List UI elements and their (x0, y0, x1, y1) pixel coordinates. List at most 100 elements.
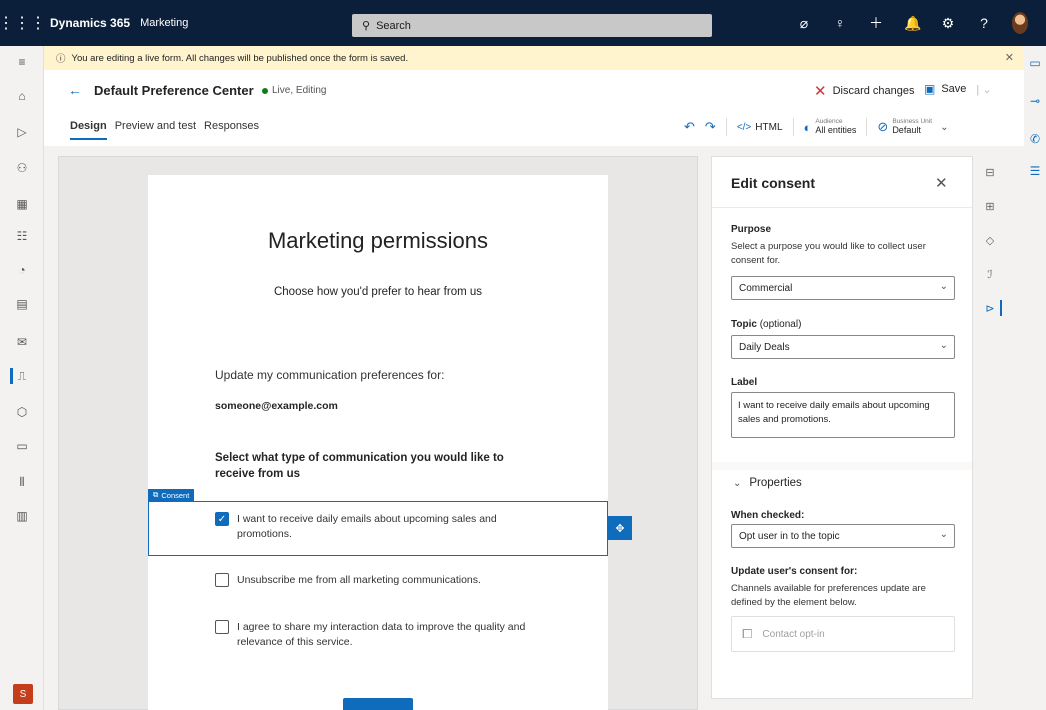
gear-icon[interactable]: ⚙ (940, 15, 956, 32)
properties-section-toggle[interactable]: ⌄ Properties (733, 477, 802, 489)
status-badge: Live, Editing (262, 85, 326, 96)
theme-icon[interactable]: ◇ (983, 234, 997, 247)
divider (866, 118, 868, 136)
page-title: Default Preference Center (94, 83, 254, 98)
assist-icon[interactable]: ⌀ (796, 15, 812, 32)
plus-icon[interactable]: ＋ (868, 13, 884, 33)
top-actions: ⌀ ♀ ＋ 🔔 ⚙ ? (796, 0, 1028, 46)
lists-icon[interactable]: ☷ (0, 226, 44, 246)
topic-label: Topic (optional) (731, 319, 801, 330)
save-label: Save (941, 83, 967, 95)
email-icon[interactable]: ✉ (0, 332, 44, 352)
library-icon[interactable]: ⫴ (0, 472, 44, 492)
module-name[interactable]: Marketing (140, 17, 188, 29)
check-circle-icon: ⊘ (877, 119, 889, 134)
checkbox[interactable] (215, 620, 229, 634)
phone-icon[interactable]: ✆ (1028, 132, 1042, 146)
properties-icon[interactable]: ⊳ (983, 302, 997, 315)
form-heading[interactable]: Marketing permissions (148, 228, 608, 254)
tab-bar: Design Preview and test Responses (70, 120, 259, 140)
topic-optional-text: (optional) (759, 319, 802, 330)
play-icon[interactable]: ▷ (0, 122, 44, 142)
label-textarea[interactable]: I want to receive daily emails about upc… (731, 392, 955, 438)
right-rail: ▭ ⊸ ✆ ☰ (1024, 46, 1046, 710)
tasks-icon[interactable]: ☰ (1028, 164, 1042, 178)
checkbox-label: I agree to share my interaction data to … (237, 621, 526, 648)
flow-icon[interactable]: ⊸ (1028, 94, 1042, 108)
banner-text: You are editing a live form. All changes… (71, 52, 409, 64)
tab-preview-and-test[interactable]: Preview and test (115, 120, 196, 140)
journeys-icon[interactable]: ◔ (0, 260, 44, 280)
communication-type-heading[interactable]: Select what type of communication you wo… (215, 450, 535, 482)
update-consent-label: Update user's consent for: (731, 566, 858, 577)
when-checked-dropdown[interactable]: Opt user in to the topic ⌄ (731, 524, 955, 548)
divider (725, 118, 727, 136)
purpose-dropdown[interactable]: Commercial ⌄ (731, 276, 955, 300)
tab-design[interactable]: Design (70, 120, 107, 140)
redo-icon[interactable]: ↷ (705, 119, 716, 135)
product-name[interactable]: Dynamics 365 (50, 16, 130, 30)
lightbulb-icon[interactable]: ♀ (832, 15, 848, 31)
save-icon: ▣ (924, 82, 936, 96)
save-button[interactable]: ▣ Save | ⌄ (924, 82, 992, 96)
left-nav: ≡ ⌂ ▷ ⚇ ▦ ☷ ◔ ▤ ✉ ⎍ ⬡ ▭ ⫴ ▥ S (0, 46, 44, 710)
when-checked-value: Opt user in to the topic (739, 530, 840, 542)
elements-icon[interactable]: ⊟ (983, 166, 997, 179)
chevron-down-icon: ⌄ (939, 529, 948, 540)
templates-icon[interactable]: ⬡ (0, 402, 44, 422)
tab-responses[interactable]: Responses (204, 120, 259, 140)
business-unit-selector[interactable]: ⊘ Business Unit Default ⌄ (877, 119, 948, 135)
form-subheading[interactable]: Choose how you'd prefer to hear from us (148, 286, 608, 298)
purpose-label: Purpose (731, 224, 772, 235)
home-icon[interactable]: ⌂ (0, 86, 44, 106)
hamburger-icon[interactable]: ≡ (0, 52, 44, 72)
purpose-description: Select a purpose you would like to colle… (731, 241, 926, 266)
topic-dropdown[interactable]: Daily Deals ⌄ (731, 335, 955, 359)
notifications-icon[interactable]: 🔔 (904, 15, 921, 32)
area-switcher[interactable]: S (13, 684, 33, 704)
chevron-down-icon: ⌄ (940, 121, 949, 133)
contacts-icon[interactable]: ▦ (0, 194, 44, 214)
search-box[interactable]: ⚲ Search (352, 14, 712, 37)
add-section-icon[interactable]: ⊞ (983, 200, 997, 213)
personalize-icon[interactable]: ℐ (983, 268, 997, 281)
move-handle-icon[interactable]: ✥ (608, 516, 632, 540)
messages-icon[interactable]: ▭ (0, 436, 44, 456)
analytics-icon[interactable]: ▥ (0, 506, 44, 526)
discard-changes-button[interactable]: ✕ Discard changes (814, 82, 915, 100)
checkbox-checked[interactable]: ✓ (215, 512, 229, 526)
topic-label-text: Topic (731, 319, 757, 330)
avatar[interactable] (1012, 12, 1028, 34)
calendar-icon[interactable]: ▤ (0, 294, 44, 314)
undo-icon[interactable]: ↶ (684, 119, 695, 135)
audience-selector[interactable]: ◐ Audience All entities (804, 119, 857, 135)
segments-icon[interactable]: ⚇ (0, 158, 44, 178)
search-icon: ⚲ (362, 20, 371, 32)
back-arrow-icon[interactable]: ← (68, 82, 82, 98)
panel-title: Edit consent (731, 175, 816, 191)
properties-label: Properties (749, 477, 802, 489)
help-icon[interactable]: ? (976, 15, 992, 31)
html-button[interactable]: </> HTML (737, 122, 783, 133)
chat-icon[interactable]: ▭ (1028, 56, 1042, 70)
checkbox[interactable] (215, 573, 229, 587)
consent-checkbox-row[interactable]: ✓ I want to receive daily emails about u… (215, 512, 515, 542)
share-data-checkbox-row[interactable]: I agree to share my interaction data to … (215, 620, 535, 650)
contact-optin-placeholder: ⧠ Contact opt-in (731, 616, 955, 652)
top-bar: ⋮⋮⋮ Dynamics 365 Marketing ⚲ Search ⌀ ♀ … (0, 0, 1046, 46)
info-icon: ⓘ (56, 54, 66, 65)
forms-icon[interactable]: ⎍ (0, 366, 44, 386)
close-icon[interactable]: ✕ (935, 174, 948, 192)
app-launcher-icon[interactable]: ⋮⋮⋮ (0, 0, 46, 46)
update-preferences-text[interactable]: Update my communication preferences for: (215, 368, 444, 382)
email-text[interactable]: someone@example.com (215, 400, 338, 412)
submit-button[interactable] (343, 698, 413, 710)
unsubscribe-checkbox-row[interactable]: Unsubscribe me from all marketing commun… (215, 573, 535, 588)
form-header: ← Default Preference Center Live, Editin… (44, 70, 1024, 146)
update-consent-description: Channels available for preferences updat… (731, 583, 926, 608)
live-form-banner: ⓘ You are editing a live form. All chang… (44, 46, 1024, 70)
close-icon[interactable]: ✕ (1005, 51, 1014, 64)
label-label: Label (731, 377, 758, 388)
code-icon: </> (736, 121, 752, 133)
save-dropdown-chevron-icon[interactable]: | ⌄ (976, 83, 991, 96)
